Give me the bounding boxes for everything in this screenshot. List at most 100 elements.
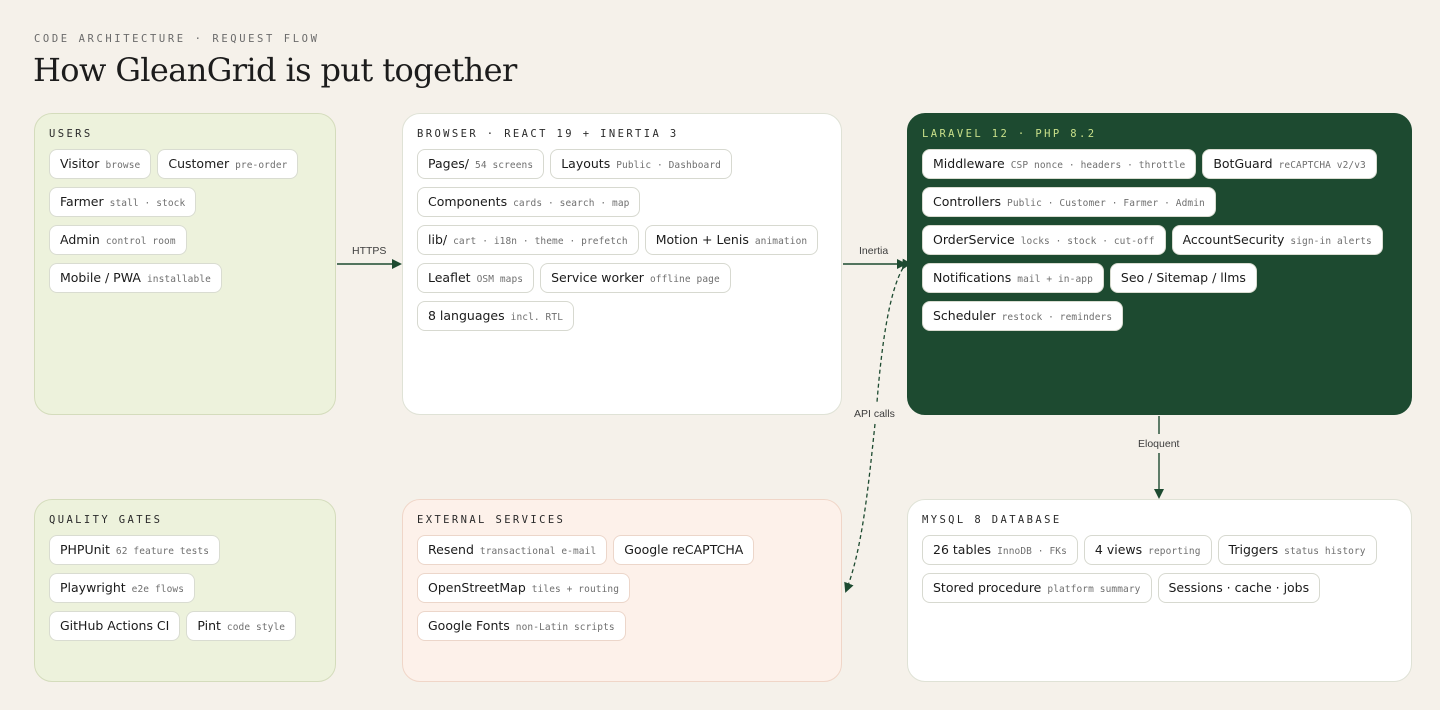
chip-name: OpenStreetMap [428,580,526,595]
chip-note: 54 screens [475,160,534,171]
chip-note: tiles + routing [531,584,620,595]
laravel-chip: AccountSecurity sign-in alerts [1171,225,1383,255]
mysql-chip: Triggers status history [1217,535,1377,565]
mysql-chip: Stored procedure platform summary [922,573,1152,603]
panel-title: QUALITY GATES [49,514,163,526]
laravel-panel: LARAVEL 12 · PHP 8.2 Middleware CSP nonce… [907,113,1412,415]
chip-list: 26 tables InnoDB · FKs 4 views reporting Tri… [922,535,1397,603]
external-services-panel: EXTERNAL SERVICES Resend transactional e-… [402,499,842,682]
users-chip: Admin control room [49,225,187,255]
chip-note: control room [105,236,176,247]
chip-name: Leaflet [428,270,471,285]
browser-chip: Layouts Public · Dashboard [550,149,732,179]
chip-name: BotGuard [1213,156,1273,171]
chip-note: non-Latin scripts [515,622,615,633]
chip-note: platform summary [1047,584,1141,595]
mysql-chip: Sessions · cache · jobs [1157,573,1321,603]
api-calls-arrow-upper [876,258,912,403]
browser-panel: BROWSER · REACT 19 + INERTIA 3 Pages/54 … [402,113,842,415]
quality-chip: Playwright e2e flows [49,573,196,603]
chip-note: 62 feature tests [115,546,210,557]
chip-note: restock · reminders [1001,312,1113,323]
quality-chip: GitHub Actions CI [49,611,181,641]
chip-list: Resend transactional e-mail Google reCAPTC… [417,535,827,641]
external-chip: Google reCAPTCHA [613,535,755,565]
page-eyebrow: CODE ARCHITECTURE · REQUEST FLOW [34,33,320,45]
panel-title: EXTERNAL SERVICES [417,514,566,526]
chip-name: Playwright [60,580,126,595]
chip-note: e2e flows [131,584,185,595]
chip-name: Customer [168,156,230,171]
chip-name: Controllers [933,194,1001,209]
chip-note: CSP nonce · headers · throttle [1010,160,1186,171]
chip-note: locks · stock · cut-off [1020,236,1155,247]
chip-name: Resend [428,542,474,557]
chip-name: Mobile / PWA [60,270,141,285]
eloquent-label: Eloquent [1138,438,1180,450]
https-label: HTTPS [352,245,387,257]
browser-chip: Service worker offline page [540,263,731,293]
chip-name: Triggers [1228,542,1279,557]
chip-note: pre-order [235,160,288,171]
api-calls-label: API calls [854,408,895,420]
chip-name: Sessions · cache · jobs [1168,580,1310,595]
chip-note: OSM maps [476,274,524,285]
chip-note: transactional e-mail [479,546,597,557]
chip-list: Middleware CSP nonce · headers · throttle… [922,149,1397,331]
external-chip: OpenStreetMap tiles + routing [417,573,631,603]
laravel-chip: OrderService locks · stock · cut-off [922,225,1166,255]
chip-name: 8 languages [428,308,505,323]
panel-title: USERS [49,128,93,140]
browser-chip: Leaflet OSM maps [417,263,535,293]
external-chip: Google Fonts non-Latin scripts [417,611,626,641]
external-chip: Resend transactional e-mail [417,535,608,565]
chip-name: Google reCAPTCHA [624,542,744,557]
chip-name: Components [428,194,508,209]
chip-name: Scheduler [933,308,996,323]
mysql-chip: 26 tables InnoDB · FKs [922,535,1078,565]
quality-chip: PHPUnit 62 feature tests [49,535,221,565]
browser-chip: 8 languages incl. RTL [417,301,575,331]
laravel-chip: Controllers Public · Customer · Farmer · … [922,187,1216,217]
browser-chip: Components cards · search · map [417,187,641,217]
laravel-chip: Scheduler restock · reminders [922,301,1124,331]
chip-list: Visitor browse Customer pre-order Farmer stal… [49,149,321,293]
users-chip: Visitor browse [49,149,152,179]
chip-name: Middleware [933,156,1005,171]
chip-name: Admin [60,232,100,247]
chip-name: lib/ [428,232,448,247]
chip-note: installable [146,274,211,285]
chip-name: Pint [197,618,221,633]
panel-title: MYSQL 8 DATABASE [922,514,1062,526]
laravel-chip: BotGuard reCAPTCHA v2/v3 [1202,149,1377,179]
chip-name: PHPUnit [60,542,110,557]
browser-chip: Motion + Lenis animation [644,225,819,255]
users-chip: Customer pre-order [157,149,299,179]
chip-note: sign-in alerts [1290,236,1372,247]
chip-name: Notifications [933,270,1012,285]
chip-note: code style [226,622,286,633]
chip-name: Motion + Lenis [655,232,749,247]
chip-note: cart · i18n · theme · prefetch [453,236,628,247]
panel-title: BROWSER · REACT 19 + INERTIA 3 [417,128,679,140]
chip-list: Pages/54 screens Layouts Public · Dashboar… [417,149,827,331]
chip-note: browse [105,160,141,171]
chip-note: status history [1284,546,1366,557]
chip-name: Visitor [60,156,100,171]
chip-note: offline page [649,274,720,285]
chip-note: incl. RTL [510,312,564,323]
chip-note: Public · Dashboard [616,160,721,171]
laravel-chip: Middleware CSP nonce · headers · throttle [922,149,1197,179]
chip-name: Layouts [561,156,611,171]
chip-note: Public · Customer · Farmer · Admin [1007,198,1205,209]
api-calls-arrow [844,423,876,593]
chip-name: 26 tables [933,542,992,557]
quality-gates-panel: QUALITY GATES PHPUnit 62 feature tests Pla… [34,499,336,682]
inertia-label: Inertia [859,245,889,257]
chip-name: Service worker [551,270,644,285]
chip-note: mail + in-app [1017,274,1093,285]
chip-name: Google Fonts [428,618,510,633]
mysql-database-panel: MYSQL 8 DATABASE 26 tables InnoDB · FKs 4 … [907,499,1412,682]
chip-note: stall · stock [109,198,186,209]
chip-name: Seo / Sitemap / llms [1120,270,1246,285]
